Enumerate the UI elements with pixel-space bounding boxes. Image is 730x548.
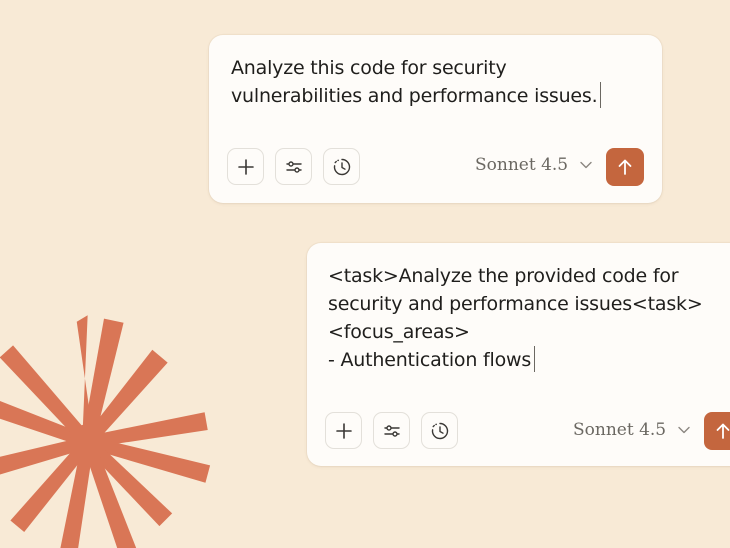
- model-selector[interactable]: Sonnet 4.5: [475, 155, 592, 175]
- text-caret: [600, 82, 602, 108]
- plus-icon: [237, 158, 254, 175]
- send-button[interactable]: [704, 412, 730, 450]
- prompt-line: security and performance issues<task>: [328, 293, 703, 315]
- sliders-icon: [285, 160, 302, 173]
- arrow-up-icon: [618, 159, 632, 175]
- prompt-card-2: <task>Analyze the provided code for secu…: [307, 243, 730, 466]
- arrow-up-icon: [716, 423, 730, 439]
- history-clock-icon: [333, 158, 350, 175]
- model-label: Sonnet 4.5: [573, 420, 667, 440]
- history-button[interactable]: [421, 412, 458, 449]
- settings-button[interactable]: [275, 148, 312, 185]
- settings-button[interactable]: [373, 412, 410, 449]
- add-button[interactable]: [325, 412, 362, 449]
- starburst-logo: [0, 315, 211, 548]
- prompt-line: - Authentication flows: [328, 346, 728, 374]
- history-clock-icon: [431, 422, 448, 439]
- prompt-line: <focus_areas>: [328, 321, 470, 343]
- prompt-card-1: Analyze this code for security vulnerabi…: [209, 35, 662, 203]
- plus-icon: [335, 422, 352, 439]
- model-label: Sonnet 4.5: [475, 155, 569, 175]
- prompt-line: vulnerabilities and performance issues.: [231, 82, 631, 110]
- chevron-down-icon: [580, 161, 592, 169]
- sliders-icon: [383, 424, 400, 437]
- text-caret: [534, 346, 536, 372]
- prompt-line: Analyze this code for security: [231, 57, 507, 79]
- history-button[interactable]: [323, 148, 360, 185]
- prompt-input-1[interactable]: Analyze this code for security vulnerabi…: [231, 54, 631, 110]
- add-button[interactable]: [227, 148, 264, 185]
- prompt-input-2[interactable]: <task>Analyze the provided code for secu…: [328, 262, 728, 374]
- prompt-line: <task>Analyze the provided code for: [328, 265, 679, 287]
- send-button[interactable]: [606, 148, 644, 186]
- model-selector[interactable]: Sonnet 4.5: [573, 420, 690, 440]
- chevron-down-icon: [678, 426, 690, 434]
